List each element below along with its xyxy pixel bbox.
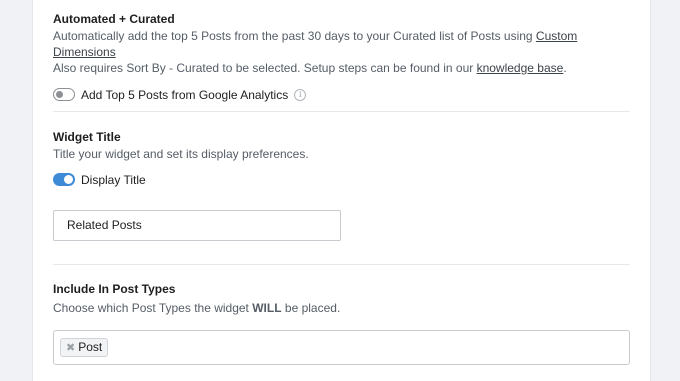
automated-curated-section: Automated + Curated Automatically add th… [53,12,630,104]
widget-title-heading: Widget Title [53,130,121,144]
post-types-desc-prefix: Choose which Post Types the widget [53,301,253,315]
post-type-tag: ✖ Post [60,338,109,357]
ga-toggle-label: Add Top 5 Posts from Google Analytics [81,87,289,102]
toggle-knob [56,91,63,99]
post-types-desc-bold: WILL [252,301,282,315]
ga-top-posts-toggle[interactable] [53,88,75,102]
post-types-desc-suffix: be placed. [281,301,341,315]
post-types-select[interactable]: ✖ Post [53,330,630,365]
remove-tag-icon[interactable]: ✖ [66,342,75,354]
widget-title-section: Widget Title Title your widget and set i… [53,130,630,189]
section-divider [53,111,630,112]
automated-curated-description: Automatically add the top 5 Posts from t… [53,28,630,76]
knowledge-base-link[interactable]: knowledge base [477,61,564,75]
widget-title-description: Title your widget and set its display pr… [53,147,309,161]
toggle-knob [64,175,73,185]
automated-desc-line1: Automatically add the top 5 Posts from t… [53,29,536,43]
post-types-section: Include In Post Types Choose which Post … [53,282,630,316]
settings-panel: Automated + Curated Automatically add th… [32,0,651,381]
info-icon[interactable]: i [294,88,307,101]
section-divider [53,264,630,265]
post-types-description: Choose which Post Types the widget WILL … [53,300,630,316]
automated-curated-heading: Automated + Curated [53,12,175,26]
tag-label: Post [78,340,103,354]
automated-desc-line2: Also requires Sort By - Curated to be se… [53,61,477,75]
automated-desc-period: . [563,61,567,75]
widget-title-input[interactable]: Related Posts [53,210,341,241]
display-title-toggle[interactable] [53,173,75,187]
post-types-heading: Include In Post Types [53,282,176,296]
ga-toggle-row: Add Top 5 Posts from Google Analytics i [53,86,630,104]
display-title-label: Display Title [81,172,146,187]
display-title-toggle-row: Display Title [53,171,630,189]
